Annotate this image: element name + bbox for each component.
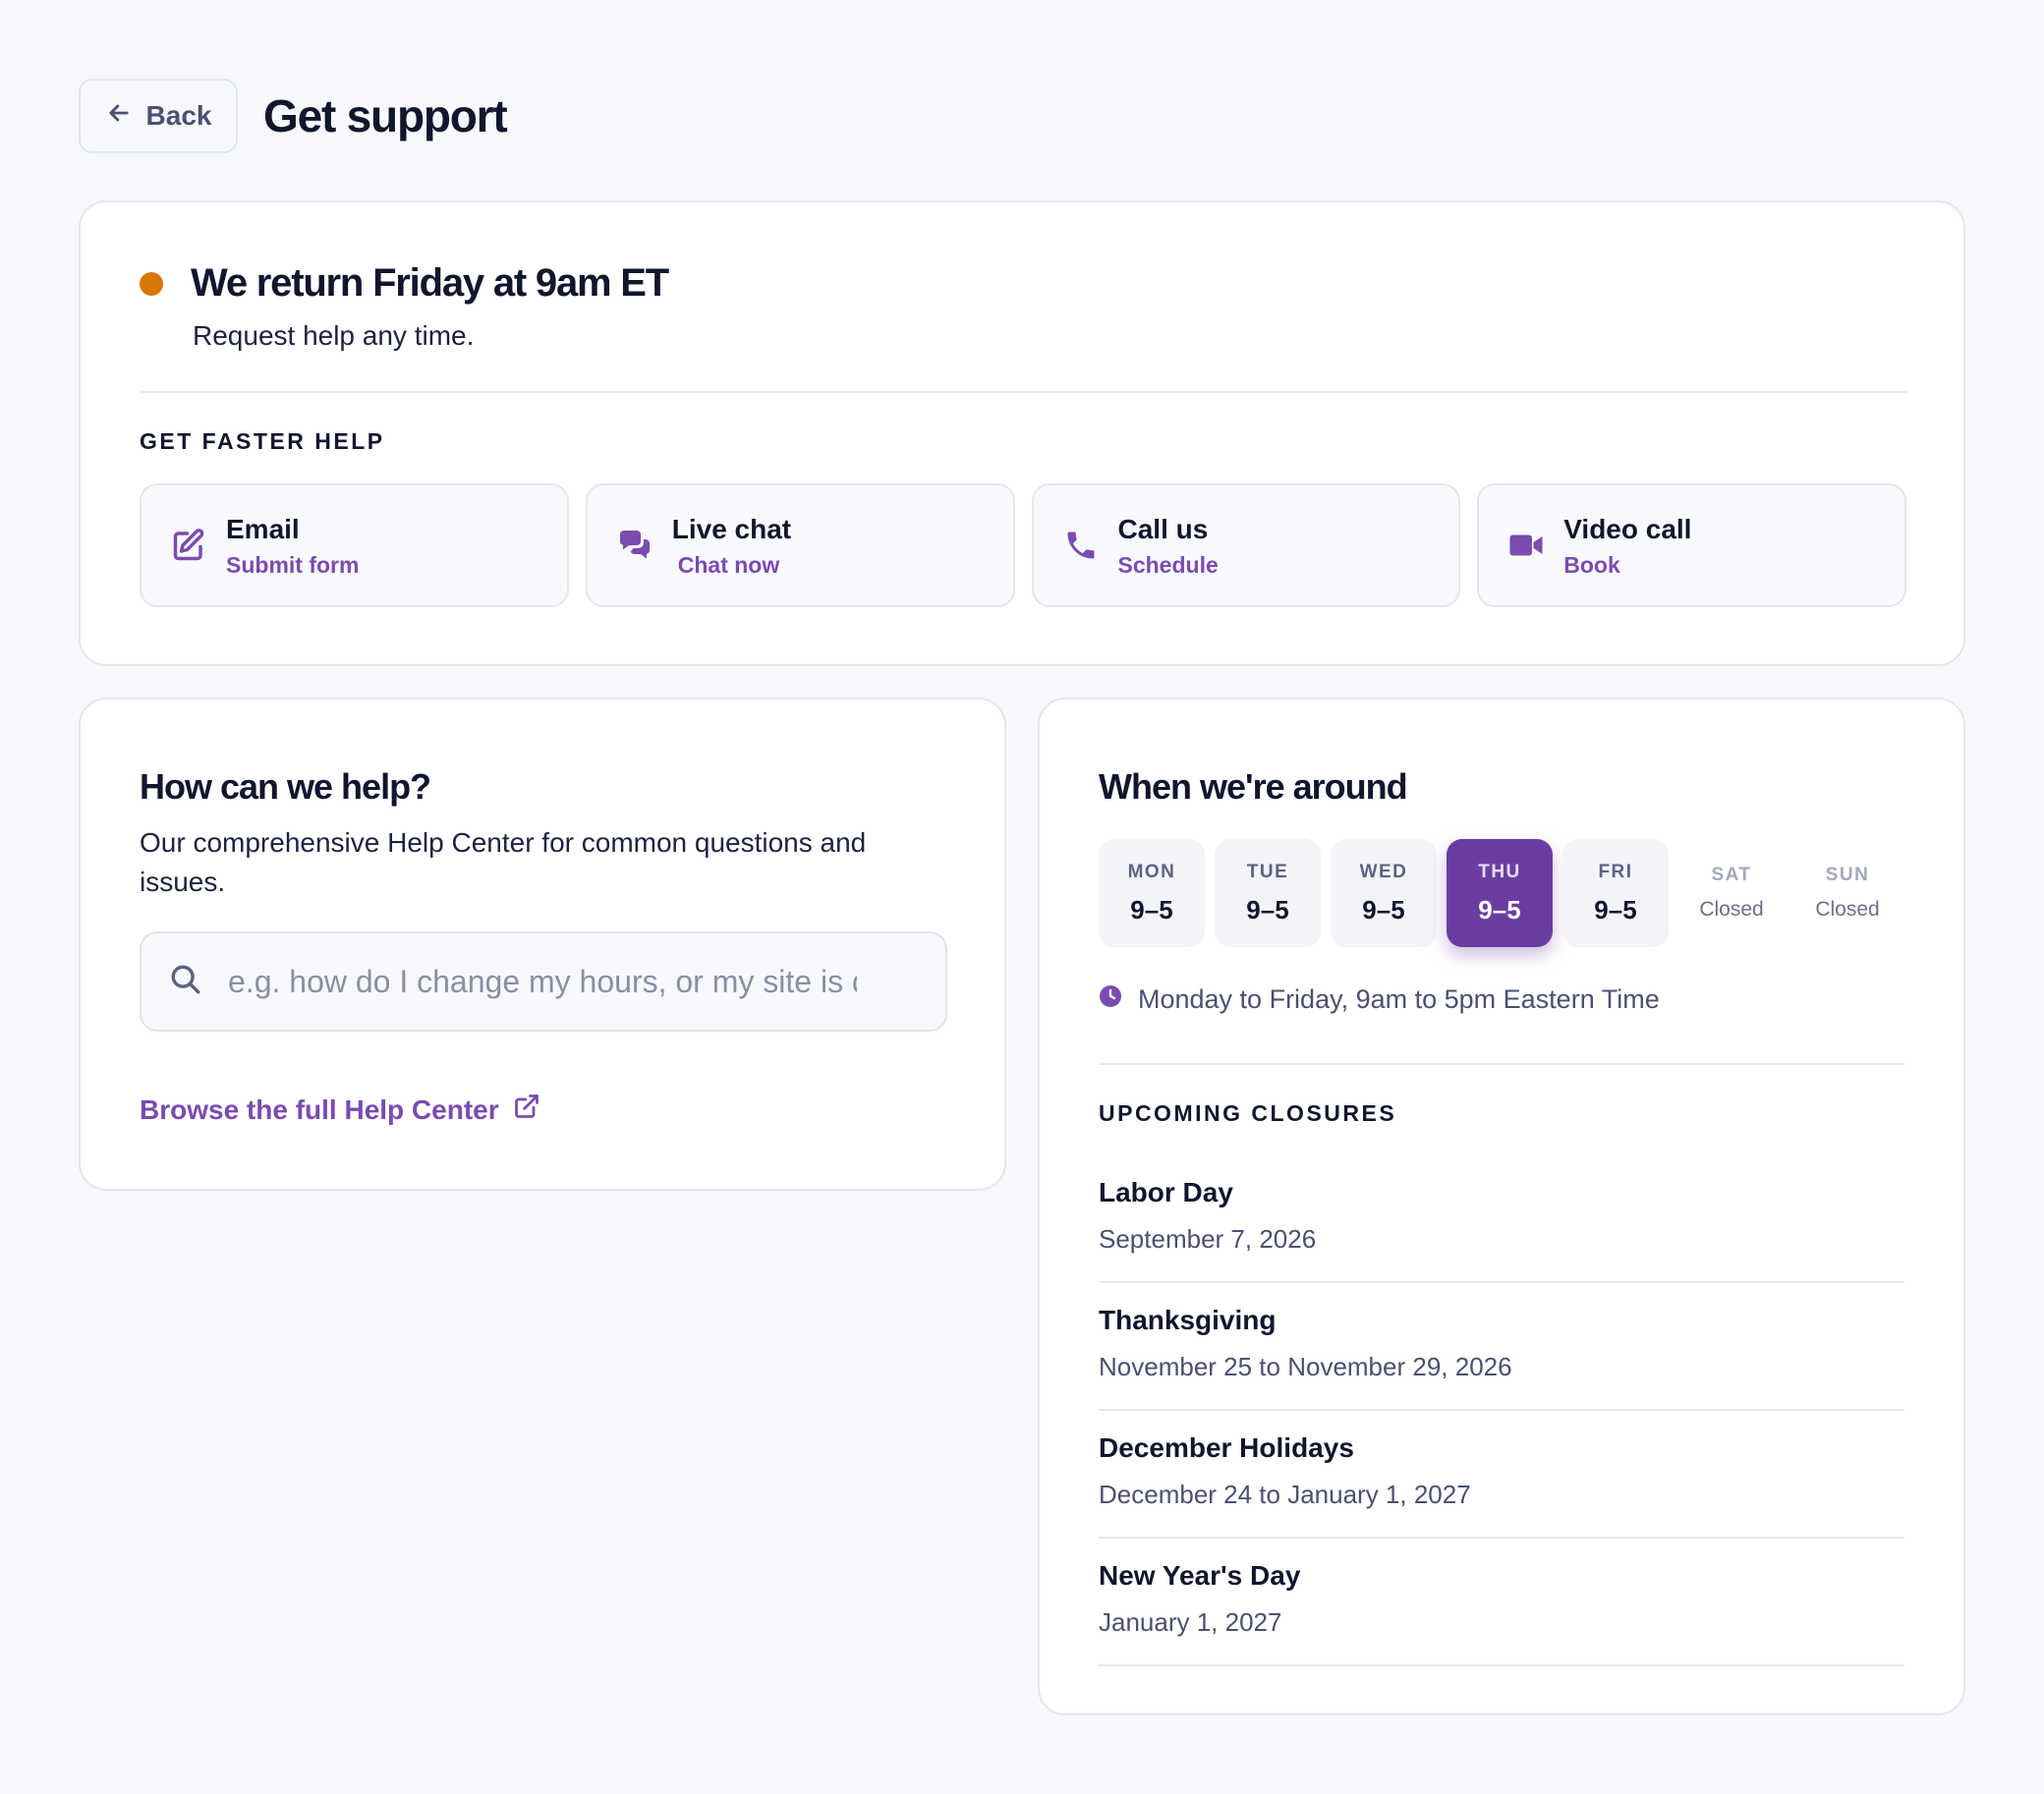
closure-date: November 25 to November 29, 2026 [1099, 1352, 1512, 1381]
day-sat: SAT Closed [1678, 839, 1785, 947]
closure-name: Labor Day [1099, 1177, 1233, 1207]
option-action[interactable]: Schedule [1118, 552, 1219, 579]
closure-name: December Holidays [1099, 1432, 1354, 1463]
search-icon [169, 963, 202, 1001]
status-title: We return Friday at 9am ET [191, 261, 669, 305]
video-call-option[interactable]: Video call Book [1477, 483, 1906, 607]
closure-date: January 1, 2027 [1099, 1607, 1282, 1637]
day-name: MON [1127, 861, 1176, 882]
hours-note-text: Monday to Friday, 9am to 5pm Eastern Tim… [1138, 984, 1660, 1014]
closure-date: December 24 to January 1, 2027 [1099, 1480, 1471, 1509]
status-card: We return Friday at 9am ET Request help … [79, 200, 1965, 666]
closure-item: December Holidays December 24 to January… [1099, 1411, 1904, 1539]
day-hours: 9–5 [1362, 894, 1405, 925]
browse-link-label: Browse the full Help Center [140, 1093, 499, 1125]
day-tue: TUE 9–5 [1215, 839, 1321, 947]
email-option[interactable]: Email Submit form [140, 483, 569, 607]
closure-item: New Year's Day January 1, 2027 [1099, 1539, 1904, 1666]
divider [140, 391, 1906, 393]
back-button[interactable]: Back [79, 79, 238, 153]
status-dot [140, 271, 163, 296]
video-icon [1508, 528, 1544, 563]
closure-name: Thanksgiving [1099, 1305, 1277, 1335]
day-hours: 9–5 [1478, 894, 1521, 925]
day-name: TUE [1246, 861, 1289, 882]
closure-item: Labor Day September 7, 2026 [1099, 1155, 1904, 1283]
call-option[interactable]: Call us Schedule [1031, 483, 1461, 607]
weekday-hours: MON 9–5 TUE 9–5 WED 9–5 THU 9–5 FRI 9–5 … [1099, 839, 1901, 947]
day-hours: 9–5 [1246, 894, 1289, 925]
hours-title: When we're around [1099, 766, 1408, 807]
option-action[interactable]: Chat now [678, 552, 791, 579]
help-description: Our comprehensive Help Center for common… [140, 827, 867, 897]
live-chat-option[interactable]: Live chat Chat now [585, 483, 1015, 607]
search-input[interactable] [228, 963, 857, 1000]
option-action[interactable]: Submit form [226, 552, 359, 579]
chat-icon [617, 528, 653, 563]
option-title: Live chat [671, 513, 792, 544]
closure-item: Thanksgiving November 25 to November 29,… [1099, 1283, 1904, 1411]
edit-icon [171, 528, 206, 563]
help-title: How can we help? [140, 766, 431, 807]
day-fri: FRI 9–5 [1562, 839, 1669, 947]
status-row: We return Friday at 9am ET [140, 261, 669, 306]
search-box[interactable] [140, 931, 947, 1032]
faster-help-label: GET FASTER HELP [140, 428, 385, 454]
day-name: WED [1359, 861, 1408, 882]
divider [1099, 1063, 1904, 1065]
external-link-icon [513, 1093, 540, 1127]
option-title: Email [226, 513, 300, 544]
day-hours: Closed [1699, 898, 1764, 921]
hours-note: Monday to Friday, 9am to 5pm Eastern Tim… [1099, 984, 1660, 1015]
day-wed: WED 9–5 [1331, 839, 1437, 947]
closure-name: New Year's Day [1099, 1560, 1301, 1591]
day-sun: SUN Closed [1794, 839, 1901, 947]
day-hours: 9–5 [1594, 894, 1637, 925]
contact-options: Email Submit form Live chat Chat now Cal… [140, 483, 1906, 607]
day-name: THU [1478, 861, 1521, 882]
arrow-left-icon [105, 99, 133, 134]
closures-list: Labor Day September 7, 2026 Thanksgiving… [1099, 1155, 1904, 1666]
option-action[interactable]: Book [1563, 552, 1691, 579]
day-name: SUN [1825, 865, 1870, 885]
help-card: How can we help? Our comprehensive Help … [79, 698, 1006, 1191]
day-thu-current: THU 9–5 [1447, 839, 1553, 947]
page-title: Get support [263, 90, 508, 141]
day-hours: Closed [1815, 898, 1880, 921]
upcoming-closures-label: UPCOMING CLOSURES [1099, 1100, 1397, 1126]
clock-icon [1099, 984, 1122, 1015]
status-subtitle: Request help any time. [193, 320, 475, 351]
day-name: FRI [1598, 861, 1633, 882]
option-title: Call us [1117, 513, 1209, 544]
day-mon: MON 9–5 [1099, 839, 1205, 947]
day-hours: 9–5 [1130, 894, 1173, 925]
browse-help-center-link[interactable]: Browse the full Help Center [140, 1093, 540, 1127]
closure-date: September 7, 2026 [1099, 1224, 1317, 1254]
back-label: Back [145, 100, 212, 131]
page-header: Back Get support [79, 79, 508, 153]
option-title: Video call [1563, 513, 1692, 544]
hours-card: When we're around MON 9–5 TUE 9–5 WED 9–… [1038, 698, 1965, 1715]
day-name: SAT [1711, 865, 1752, 885]
phone-icon [1063, 528, 1099, 563]
